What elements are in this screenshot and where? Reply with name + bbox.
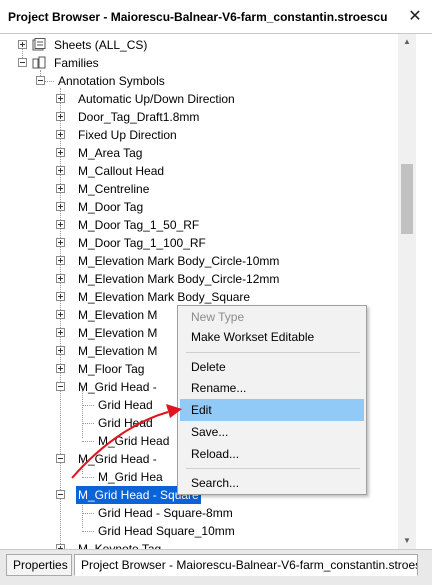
tree-row-families[interactable]: Families [0, 54, 398, 72]
tree-row-sheets[interactable]: Sheets (ALL_CS) [0, 36, 398, 54]
expand-icon[interactable] [56, 310, 65, 319]
collapse-icon[interactable] [36, 76, 45, 85]
bottom-tab-bar: Properties Project Browser - Maiorescu-B… [0, 549, 432, 585]
tree-line [82, 423, 94, 424]
tree-label: M_Door Tag_1_50_RF [78, 218, 200, 232]
title-bar: Project Browser - Maiorescu-Balnear-V6-f… [0, 0, 432, 34]
expand-icon[interactable] [56, 328, 65, 337]
tree-label: M_Elevation M [78, 326, 158, 340]
context-menu: New Type Make Workset Editable Delete Re… [177, 305, 367, 495]
tree-label: M_Elevation Mark Body_Circle-10mm [78, 254, 280, 268]
tree-label: Fixed Up Direction [78, 128, 177, 142]
tree-line [82, 513, 94, 514]
tree-row-family[interactable]: Door_Tag_Draft1.8mm [0, 108, 398, 126]
tree-label: Grid Head [98, 416, 153, 430]
tree-label: M_Elevation M [78, 308, 158, 322]
vertical-scrollbar[interactable]: ▲ ▼ [398, 34, 416, 549]
expand-icon[interactable] [18, 40, 27, 49]
expand-icon[interactable] [56, 112, 65, 121]
menu-item-save[interactable]: Save... [180, 421, 364, 443]
tree-row-family[interactable]: M_Door Tag_1_50_RF [0, 216, 398, 234]
tree-row-keynote[interactable]: M_Keynote Tag [0, 540, 398, 549]
tree-label: Door_Tag_Draft1.8mm [78, 110, 200, 124]
collapse-icon[interactable] [56, 490, 65, 499]
families-icon [32, 56, 46, 69]
scroll-down-icon[interactable]: ▼ [401, 535, 413, 547]
tree-label: Grid Head Square_10mm [98, 524, 235, 538]
expand-icon[interactable] [56, 94, 65, 103]
expand-icon[interactable] [56, 130, 65, 139]
collapse-icon[interactable] [18, 58, 27, 67]
tree-label: M_Grid Head - [78, 380, 157, 394]
menu-item-make-workset-editable[interactable]: Make Workset Editable [180, 326, 364, 348]
scroll-thumb[interactable] [401, 164, 413, 234]
menu-item-new-type[interactable]: New Type [180, 306, 364, 328]
tree-row-family[interactable]: M_Centreline [0, 180, 398, 198]
tree-line [82, 405, 94, 406]
tree-label: M_Grid Hea [98, 470, 163, 484]
tree-label: M_Callout Head [78, 164, 165, 178]
scroll-up-icon[interactable]: ▲ [401, 36, 413, 48]
tree-label: M_Elevation Mark Body_Square [78, 290, 251, 304]
menu-item-search[interactable]: Search... [180, 472, 364, 494]
expand-icon[interactable] [56, 256, 65, 265]
tree-label: M_Keynote Tag [78, 542, 162, 549]
tree-row-family[interactable]: M_Door Tag [0, 198, 398, 216]
menu-separator [186, 468, 360, 469]
menu-item-rename[interactable]: Rename... [180, 377, 364, 399]
tree-label: Annotation Symbols [58, 74, 165, 88]
tree-label: M_Elevation Mark Body_Circle-12mm [78, 272, 280, 286]
window-title: Project Browser - Maiorescu-Balnear-V6-f… [8, 10, 388, 24]
tree-row-family[interactable]: M_Elevation Mark Body_Square [0, 288, 398, 306]
tree-row-type[interactable]: Grid Head Square_10mm [0, 522, 398, 540]
tree-row-type[interactable]: Grid Head - Square-8mm [0, 504, 398, 522]
expand-icon[interactable] [56, 292, 65, 301]
tab-properties[interactable]: Properties [6, 554, 72, 576]
tree-label: M_Grid Head [98, 434, 170, 448]
tree-label: Families [54, 56, 99, 70]
tree-line [82, 441, 94, 442]
tree-label: M_Centreline [78, 182, 150, 196]
tree-label: M_Elevation M [78, 344, 158, 358]
tree-row-family[interactable]: M_Area Tag [0, 144, 398, 162]
tree-line [82, 531, 94, 532]
sheets-icon [32, 38, 46, 51]
menu-item-reload[interactable]: Reload... [180, 443, 364, 465]
tree-row-family[interactable]: M_Door Tag_1_100_RF [0, 234, 398, 252]
collapse-icon[interactable] [56, 382, 65, 391]
expand-icon[interactable] [56, 238, 65, 247]
tree-row-family[interactable]: M_Elevation Mark Body_Circle-10mm [0, 252, 398, 270]
tree-label: M_Door Tag_1_100_RF [78, 236, 206, 250]
tab-project-browser[interactable]: Project Browser - Maiorescu-Balnear-V6-f… [74, 554, 418, 576]
expand-icon[interactable] [56, 184, 65, 193]
tree-row-family[interactable]: Fixed Up Direction [0, 126, 398, 144]
tree-line [82, 477, 94, 478]
expand-icon[interactable] [56, 148, 65, 157]
collapse-icon[interactable] [56, 454, 65, 463]
expand-icon[interactable] [56, 274, 65, 283]
menu-item-delete[interactable]: Delete [180, 356, 364, 378]
tree-label: M_Area Tag [78, 146, 143, 160]
expand-icon[interactable] [56, 364, 65, 373]
tree-row-family[interactable]: M_Callout Head [0, 162, 398, 180]
menu-item-edit[interactable]: Edit [180, 399, 364, 421]
expand-icon[interactable] [56, 202, 65, 211]
tree-label: Grid Head - Square-8mm [98, 506, 233, 520]
tree-label: Automatic Up/Down Direction [78, 92, 235, 106]
tree-label: Sheets (ALL_CS) [54, 38, 148, 52]
tree-label: Grid Head [98, 398, 153, 412]
expand-icon[interactable] [56, 346, 65, 355]
tree-row-annotation-symbols[interactable]: Annotation Symbols [0, 72, 398, 90]
tree-label: M_Door Tag [78, 200, 144, 214]
tree-label: M_Floor Tag [78, 362, 145, 376]
tree-row-family[interactable]: M_Elevation Mark Body_Circle-12mm [0, 270, 398, 288]
expand-icon[interactable] [56, 220, 65, 229]
tree-row-family[interactable]: Automatic Up/Down Direction [0, 90, 398, 108]
tree-label: M_Grid Head - [78, 452, 157, 466]
menu-separator [186, 352, 360, 353]
close-icon[interactable]: ✕ [406, 8, 424, 26]
expand-icon[interactable] [56, 166, 65, 175]
